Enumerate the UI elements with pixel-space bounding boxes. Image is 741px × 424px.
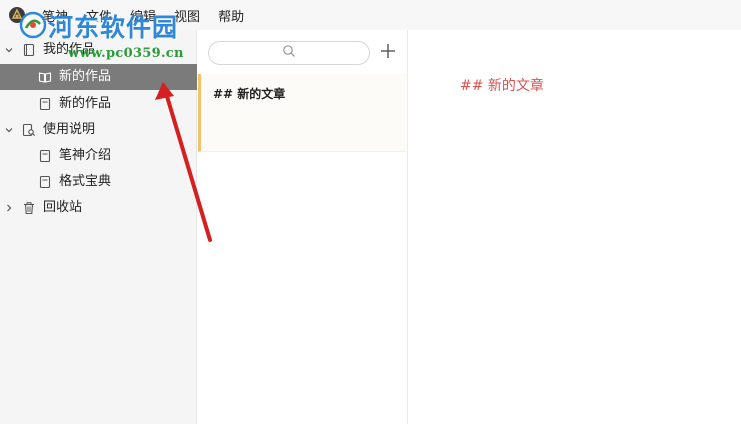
chevron-down-icon[interactable] [3, 124, 15, 136]
add-article-button[interactable] [376, 41, 400, 65]
tree-item-new-work[interactable]: 新的作品 [0, 91, 197, 117]
open-book-icon [37, 69, 53, 85]
trash-icon [21, 200, 37, 216]
document-icon [37, 96, 53, 112]
tree-item-label: 笔神介绍 [59, 148, 112, 163]
chevron-right-icon[interactable] [3, 202, 15, 214]
tree-item-label: 我的作品 [43, 42, 96, 57]
tree-item-my-works[interactable]: 我的作品 [0, 37, 197, 63]
menu-view[interactable]: 视图 [172, 6, 202, 25]
tree-item-bishen-intro[interactable]: 笔神介绍 [0, 143, 197, 169]
search-input[interactable] [208, 41, 370, 65]
editor-area[interactable]: ## 新的文章 [409, 30, 741, 424]
tree-item-label: 新的作品 [59, 96, 112, 111]
app-logo-icon [8, 6, 26, 24]
tree-item-usage-guide[interactable]: 使用说明 [0, 117, 197, 143]
chevron-down-icon[interactable] [3, 44, 15, 56]
menu-edit[interactable]: 编辑 [128, 6, 158, 25]
article-title: ## 新的文章 [213, 87, 286, 101]
tree-item-format-guide[interactable]: 格式宝典 [0, 169, 197, 195]
tree-item-new-work-selected[interactable]: 新的作品 [0, 64, 197, 90]
tree-item-label: 使用说明 [43, 122, 96, 137]
menu-bar: 笔神 文件 编辑 视图 帮助 [0, 0, 741, 30]
editor-heading[interactable]: ## 新的文章 [460, 75, 544, 95]
search-icon [282, 44, 296, 62]
tree-item-label: 格式宝典 [59, 174, 112, 189]
sidebar: 我的作品 新的作品 新的作品 使用说明 笔神介绍 格式宝典 回收站 [0, 30, 197, 424]
article-card[interactable]: ## 新的文章 [198, 74, 407, 152]
document-icon [37, 174, 53, 190]
notebook-icon [21, 42, 37, 58]
article-list-panel: ## 新的文章 [198, 30, 408, 424]
plus-icon [379, 42, 397, 64]
document-search-icon [21, 122, 37, 138]
menu-file[interactable]: 文件 [84, 6, 114, 25]
menu-bishen[interactable]: 笔神 [40, 6, 70, 25]
tree-item-label: 回收站 [43, 200, 83, 215]
document-icon [37, 148, 53, 164]
tree-item-label: 新的作品 [59, 69, 112, 84]
tree-item-trash[interactable]: 回收站 [0, 195, 197, 221]
menu-help[interactable]: 帮助 [216, 6, 246, 25]
